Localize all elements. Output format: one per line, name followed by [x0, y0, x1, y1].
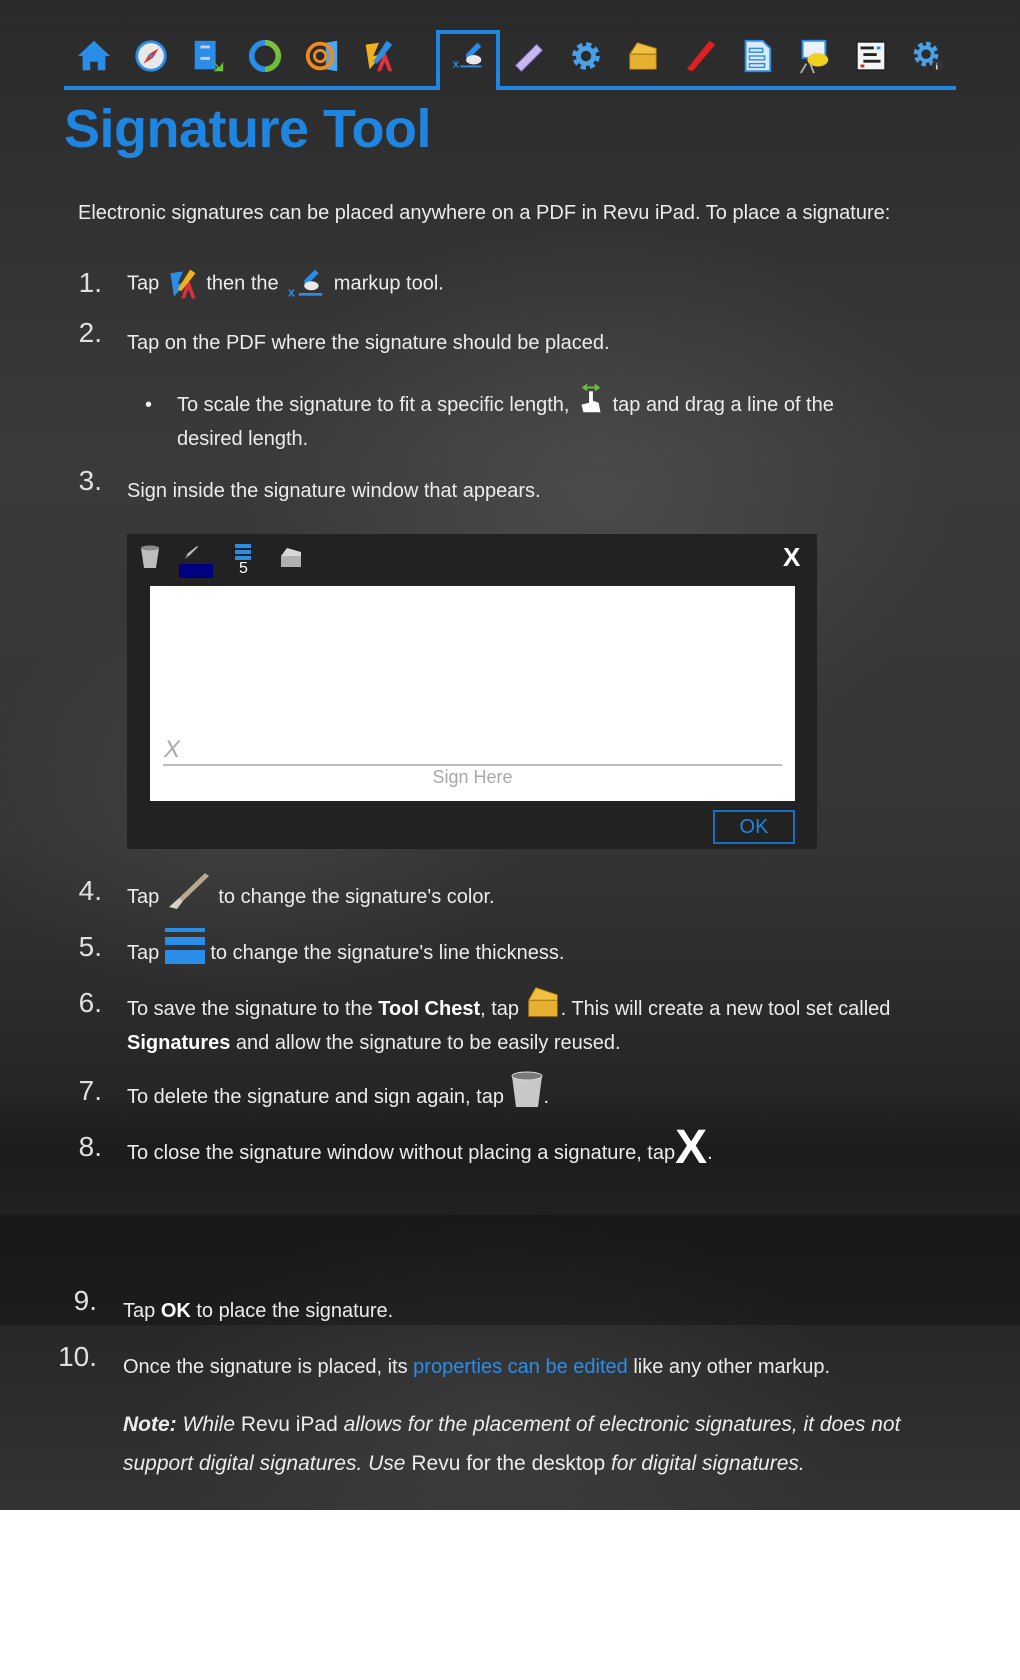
signature-window: 5 X X Sign Here OK: [127, 534, 817, 849]
pinch-drag-gesture-icon: [581, 383, 601, 412]
signature-window-toolbar: 5 X: [127, 534, 817, 586]
form-document-icon[interactable]: [737, 36, 777, 76]
step-text: Tap to change the signature's color.: [127, 872, 495, 914]
step-text-cont: Signatures and allow the signature to be…: [127, 1026, 621, 1060]
signature-line: [163, 764, 782, 766]
text: and allow the signature to be easily reu…: [235, 1032, 621, 1054]
step-number: 6.: [78, 987, 102, 1018]
text: to place the signature.: [196, 1300, 394, 1322]
stroke-color-swatch[interactable]: [179, 564, 213, 578]
step-number: 4.: [78, 875, 102, 906]
stroke-width-value: 5: [239, 560, 248, 577]
step-text: To save the signature to the Tool Chest,…: [127, 986, 891, 1026]
step-number: 8.: [78, 1131, 102, 1162]
text: to change the signature's color.: [218, 886, 495, 908]
svg-text:i: i: [936, 61, 938, 71]
toolbar-underline: [64, 86, 436, 90]
text: like any other markup.: [633, 1356, 831, 1378]
text: , tap: [480, 998, 520, 1020]
text: Tap: [127, 942, 160, 964]
properties-link[interactable]: properties can be edited: [413, 1356, 628, 1378]
step-text: To delete the signature and sign again, …: [127, 1071, 550, 1114]
step-number: 2.: [78, 317, 102, 348]
text: While: [182, 1413, 236, 1436]
text: To save the signature to the: [127, 998, 373, 1020]
color-brush-icon[interactable]: [183, 544, 199, 560]
file-cabinet-icon[interactable]: [188, 36, 228, 76]
ok-term: OK: [160, 1300, 191, 1322]
svg-text:x: x: [453, 58, 460, 70]
step-number: 7.: [78, 1075, 102, 1106]
signature-tool-icon: x: [288, 269, 323, 300]
svg-text:x: x: [288, 286, 295, 300]
text: Tap: [123, 1300, 156, 1322]
step-number: 5.: [78, 931, 102, 962]
intro-text: Electronic signatures can be placed anyw…: [78, 202, 891, 224]
ok-button[interactable]: OK: [713, 810, 795, 844]
text: Once the signature is placed, its: [123, 1356, 408, 1378]
trash-icon: [511, 1071, 543, 1107]
tool-chest-term: Tool Chest: [378, 998, 481, 1020]
step-number: 10.: [58, 1341, 97, 1372]
markups-list-icon[interactable]: [851, 36, 891, 76]
comment-presentation-icon[interactable]: [794, 36, 834, 76]
navigation-compass-icon[interactable]: [131, 36, 171, 76]
text: Tap: [127, 272, 160, 295]
help-toolbar: x i: [64, 30, 956, 92]
help-page: x i Signature Tool Electronic signatures…: [0, 0, 1020, 1510]
note-paragraph: Note: While Revu iPad allows for the pla…: [123, 1405, 943, 1483]
home-icon[interactable]: [74, 36, 114, 76]
sign-here-label: Sign Here: [432, 767, 513, 787]
tool-chest-icon: [527, 986, 558, 1017]
step-text: Tap OK to place the signature.: [123, 1294, 393, 1328]
settings-gear-icon[interactable]: [566, 36, 606, 76]
text: To close the signature window without pl…: [127, 1142, 676, 1164]
text: Revu iPad: [240, 1413, 338, 1436]
text: To scale the signature to fit a specific…: [177, 394, 570, 416]
close-button[interactable]: X: [783, 542, 800, 573]
step-text: Tap then the x markup tool.: [127, 266, 444, 302]
markup-tools-icon[interactable]: [359, 36, 399, 76]
step-text: Tap to change the signature's line thick…: [127, 927, 565, 970]
save-to-tool-chest-icon[interactable]: [279, 546, 303, 568]
toolbar-underline: [496, 86, 956, 90]
step-number: 1.: [78, 267, 102, 298]
studio-icon[interactable]: [302, 36, 342, 76]
signature-tool-icon[interactable]: x: [448, 36, 488, 76]
signature-canvas[interactable]: X Sign Here: [150, 586, 795, 801]
text: to change the signature's line thickness…: [210, 942, 565, 964]
text: markup tool.: [333, 272, 444, 295]
pen-icon[interactable]: [680, 36, 720, 76]
text: Revu for the desktop: [411, 1452, 606, 1475]
markup-tools-icon: [170, 269, 196, 299]
step-number: 9.: [73, 1285, 97, 1316]
text: then the: [206, 272, 279, 295]
text: Tap: [127, 886, 160, 908]
step-number: 3.: [78, 465, 102, 496]
page-title: Signature Tool: [64, 99, 432, 159]
step-text: Tap on the PDF where the signature shoul…: [127, 332, 610, 354]
text: for digital signatures.: [610, 1452, 805, 1475]
line-thickness-icon: [164, 927, 205, 964]
sync-icon[interactable]: [245, 36, 285, 76]
text: To delete the signature and sign again, …: [127, 1086, 504, 1108]
bullet-text: To scale the signature to fit a specific…: [177, 383, 897, 456]
settings-info-icon[interactable]: i: [908, 36, 948, 76]
signatures-term: Signatures: [127, 1032, 231, 1054]
step-text: Sign inside the signature window that ap…: [127, 480, 541, 502]
text: .: [543, 1086, 550, 1108]
text: . This will create a new tool set called: [560, 998, 891, 1020]
note-label: Note:: [123, 1413, 177, 1436]
line-thickness-icon[interactable]: [235, 544, 251, 560]
trash-icon[interactable]: [139, 544, 161, 570]
measure-ruler-icon[interactable]: [509, 36, 549, 76]
signature-x-mark: X: [164, 736, 181, 763]
text: .: [707, 1142, 713, 1164]
bullet-dot: •: [145, 394, 153, 416]
close-x-icon: X: [675, 1121, 708, 1174]
step-text: To close the signature window without pl…: [127, 1124, 713, 1172]
color-brush-icon: [168, 872, 209, 909]
step-text: Once the signature is placed, its proper…: [123, 1350, 830, 1384]
tool-chest-icon[interactable]: [623, 36, 663, 76]
